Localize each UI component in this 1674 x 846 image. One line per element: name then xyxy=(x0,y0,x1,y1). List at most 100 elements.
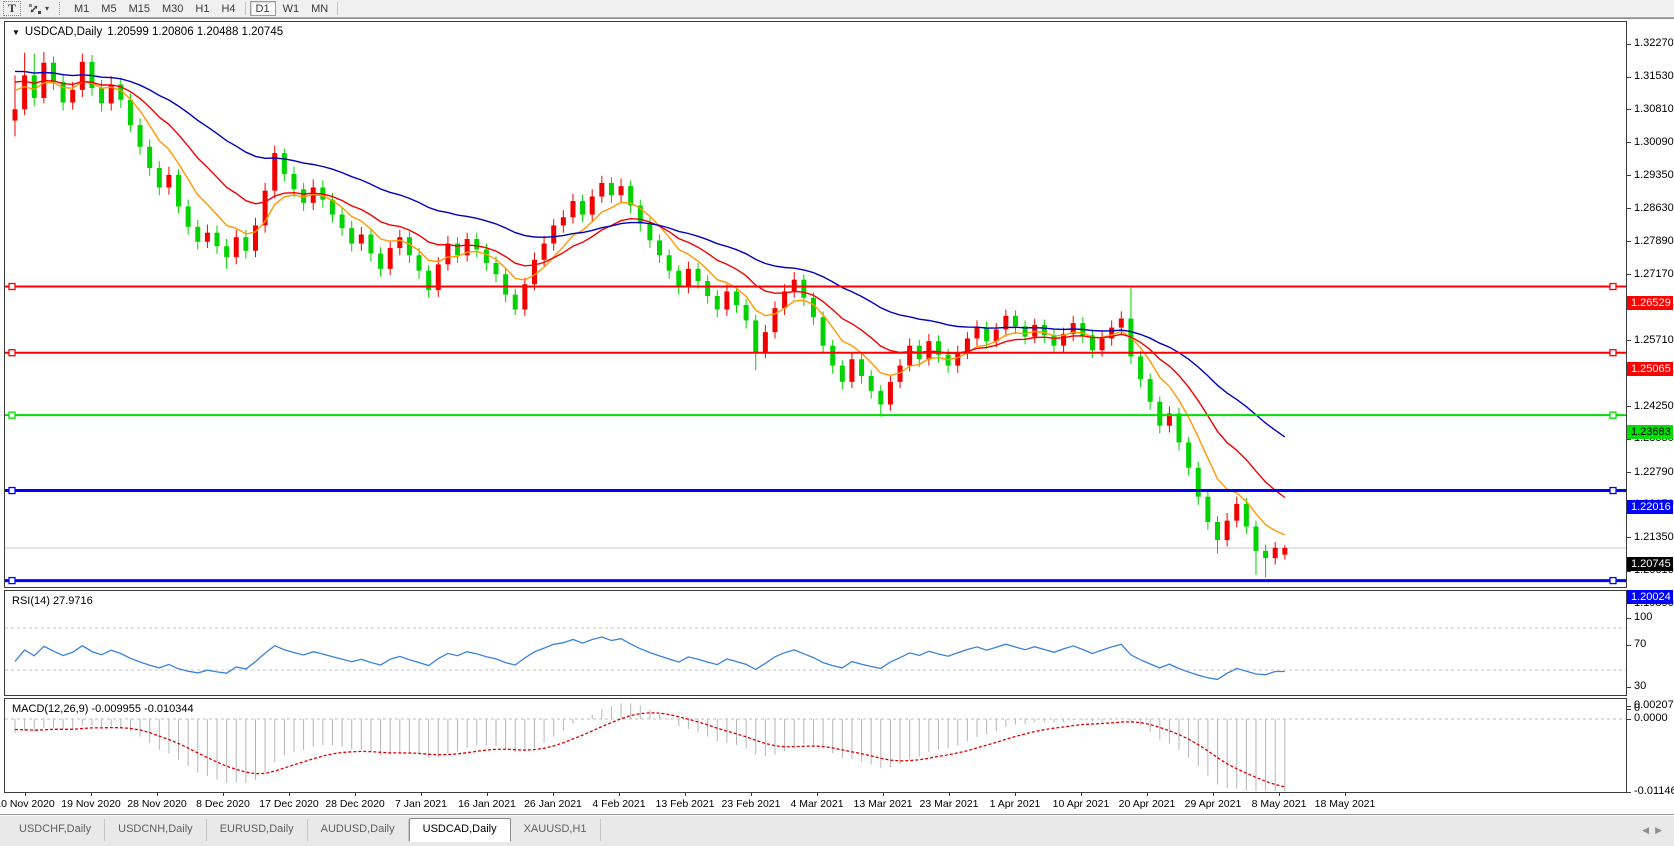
chart-tab-USDCHF[interactable]: USDCHF,Daily xyxy=(6,819,105,841)
timeframe-button-W1[interactable]: W1 xyxy=(278,1,305,16)
date-tick xyxy=(1015,793,1016,796)
price-tick-label: 1.24250 xyxy=(1634,400,1674,413)
timeframe-button-H1[interactable]: H1 xyxy=(190,1,214,16)
date-tick-label: 8 May 2021 xyxy=(1252,798,1307,810)
chart-tab-EURUSD[interactable]: EURUSD,Daily xyxy=(207,819,308,841)
date-tick xyxy=(685,793,686,796)
price-chart-panel[interactable]: ▼ USDCAD,Daily 1.20599 1.20806 1.20488 1… xyxy=(4,21,1627,588)
price-badge-1.20024: 1.20024 xyxy=(1627,590,1673,604)
macd-level-label: 0.002074 xyxy=(1634,699,1674,712)
date-tick-label: 16 Jan 2021 xyxy=(458,798,516,810)
ohlc-values: 1.20599 1.20806 1.20488 1.20745 xyxy=(107,26,283,38)
date-tick-label: 7 Jan 2021 xyxy=(395,798,447,810)
chevron-down-icon: ▾ xyxy=(45,4,49,13)
date-tick xyxy=(751,793,752,796)
chart-window: ▼ USDCAD,Daily 1.20599 1.20806 1.20488 1… xyxy=(0,18,1674,846)
date-tick-label: 13 Feb 2021 xyxy=(656,798,715,810)
timeframe-button-MN[interactable]: MN xyxy=(306,1,333,16)
price-tick-label: 1.27890 xyxy=(1634,235,1674,248)
axis-tick xyxy=(1627,340,1631,341)
axis-tick xyxy=(1627,571,1631,572)
rsi-canvas[interactable] xyxy=(5,591,1626,695)
price-badge-1.26529: 1.26529 xyxy=(1627,296,1673,310)
date-tick-label: 1 Apr 2021 xyxy=(990,798,1041,810)
axis-tick xyxy=(1627,537,1631,538)
rsi-level-label: 100 xyxy=(1634,611,1652,624)
axis-tick xyxy=(1627,472,1631,473)
axis-tick xyxy=(1627,719,1631,720)
axis-tick xyxy=(1627,241,1631,242)
axis-tick xyxy=(1627,709,1631,710)
date-tick-label: 18 May 2021 xyxy=(1315,798,1376,810)
date-tick xyxy=(157,793,158,796)
axis-tick xyxy=(1627,618,1631,619)
price-badge-1.20745: 1.20745 xyxy=(1627,557,1673,571)
price-badge-1.23683: 1.23683 xyxy=(1627,425,1673,439)
axis-tick xyxy=(1627,645,1631,646)
date-tick xyxy=(619,793,620,796)
date-axis[interactable]: 10 Nov 202019 Nov 202028 Nov 20208 Dec 2… xyxy=(4,793,1627,814)
tab-scroll-arrows[interactable]: ◀▶ xyxy=(1642,825,1668,836)
date-tick-label: 28 Dec 2020 xyxy=(325,798,385,810)
date-tick-label: 20 Apr 2021 xyxy=(1119,798,1176,810)
macd-panel[interactable]: MACD(12,26,9) -0.009955 -0.010344 xyxy=(4,698,1627,793)
timeframe-button-M1[interactable]: M1 xyxy=(69,1,94,16)
price-tick-label: 1.31530 xyxy=(1634,70,1674,83)
date-tick-label: 4 Feb 2021 xyxy=(592,798,645,810)
scroll-left-icon[interactable]: ◀ xyxy=(1642,825,1655,835)
rsi-panel[interactable]: RSI(14) 27.9716 xyxy=(4,590,1627,696)
price-axis[interactable]: 1.322701.315301.308101.300901.293501.286… xyxy=(1627,19,1674,829)
date-tick-label: 8 Dec 2020 xyxy=(196,798,250,810)
date-tick xyxy=(1147,793,1148,796)
chart-tab-USDCNH[interactable]: USDCNH,Daily xyxy=(105,819,207,841)
price-tick-label: 1.30090 xyxy=(1634,136,1674,149)
scroll-right-icon[interactable]: ▶ xyxy=(1655,825,1668,835)
timeframe-button-M30[interactable]: M30 xyxy=(157,1,188,16)
cursor-tool-button[interactable]: ▾ xyxy=(23,1,54,16)
price-tick-label: 1.27170 xyxy=(1634,268,1674,281)
toolbar-separator xyxy=(245,2,246,15)
price-tick-label: 1.30810 xyxy=(1634,103,1674,116)
timeframe-button-D1[interactable]: D1 xyxy=(250,1,276,16)
text-tool-button[interactable]: T xyxy=(3,1,21,16)
date-tick-label: 26 Jan 2021 xyxy=(524,798,582,810)
price-tick-label: 1.25710 xyxy=(1634,334,1674,347)
symbol-dropdown-icon[interactable]: ▼ xyxy=(12,28,20,37)
date-tick-label: 23 Mar 2021 xyxy=(920,798,979,810)
date-tick xyxy=(289,793,290,796)
date-tick-label: 10 Apr 2021 xyxy=(1053,798,1110,810)
date-tick-label: 4 Mar 2021 xyxy=(790,798,843,810)
date-tick-label: 17 Dec 2020 xyxy=(259,798,319,810)
axis-tick xyxy=(1627,439,1631,440)
chart-title: ▼ USDCAD,Daily 1.20599 1.20806 1.20488 1… xyxy=(10,26,285,38)
crosshair-cursor-icon xyxy=(28,3,43,15)
date-tick xyxy=(25,793,26,796)
rsi-level-label: 70 xyxy=(1634,638,1646,651)
timeframe-button-M15[interactable]: M15 xyxy=(124,1,155,16)
timeframe-button-H4[interactable]: H4 xyxy=(216,1,240,16)
symbol-label: USDCAD,Daily xyxy=(25,26,102,38)
price-chart-canvas[interactable] xyxy=(5,22,1626,587)
axis-tick xyxy=(1627,406,1631,407)
axis-tick xyxy=(1627,44,1631,45)
macd-canvas[interactable] xyxy=(5,699,1626,792)
chart-tab-XAUUSD[interactable]: XAUUSD,H1 xyxy=(511,819,601,841)
date-tick xyxy=(1213,793,1214,796)
date-tick xyxy=(421,793,422,796)
macd-level-label: 0.0000 xyxy=(1634,712,1668,725)
price-tick-label: 1.29350 xyxy=(1634,169,1674,182)
toolbar: T ▾ M1M5M15M30H1H4 D1W1MN xyxy=(0,0,1674,18)
timeframe-button-M5[interactable]: M5 xyxy=(96,1,121,16)
tabs-container: USDCHF,DailyUSDCNH,DailyEURUSD,DailyAUDU… xyxy=(6,816,601,842)
axis-tick xyxy=(1627,792,1631,793)
chart-tab-USDCAD[interactable]: USDCAD,Daily xyxy=(409,818,511,842)
price-tick-label: 1.21350 xyxy=(1634,531,1674,544)
chart-tab-bar: USDCHF,DailyUSDCNH,DailyEURUSD,DailyAUDU… xyxy=(0,815,1674,846)
axis-tick xyxy=(1627,687,1631,688)
price-tick-label: 1.28630 xyxy=(1634,202,1674,215)
chart-tab-AUDUSD[interactable]: AUDUSD,Daily xyxy=(308,819,409,841)
axis-tick xyxy=(1627,208,1631,209)
axis-tick xyxy=(1627,77,1631,78)
timeframe-group: M1M5M15M30H1H4 D1W1MN xyxy=(68,1,334,16)
date-tick xyxy=(91,793,92,796)
